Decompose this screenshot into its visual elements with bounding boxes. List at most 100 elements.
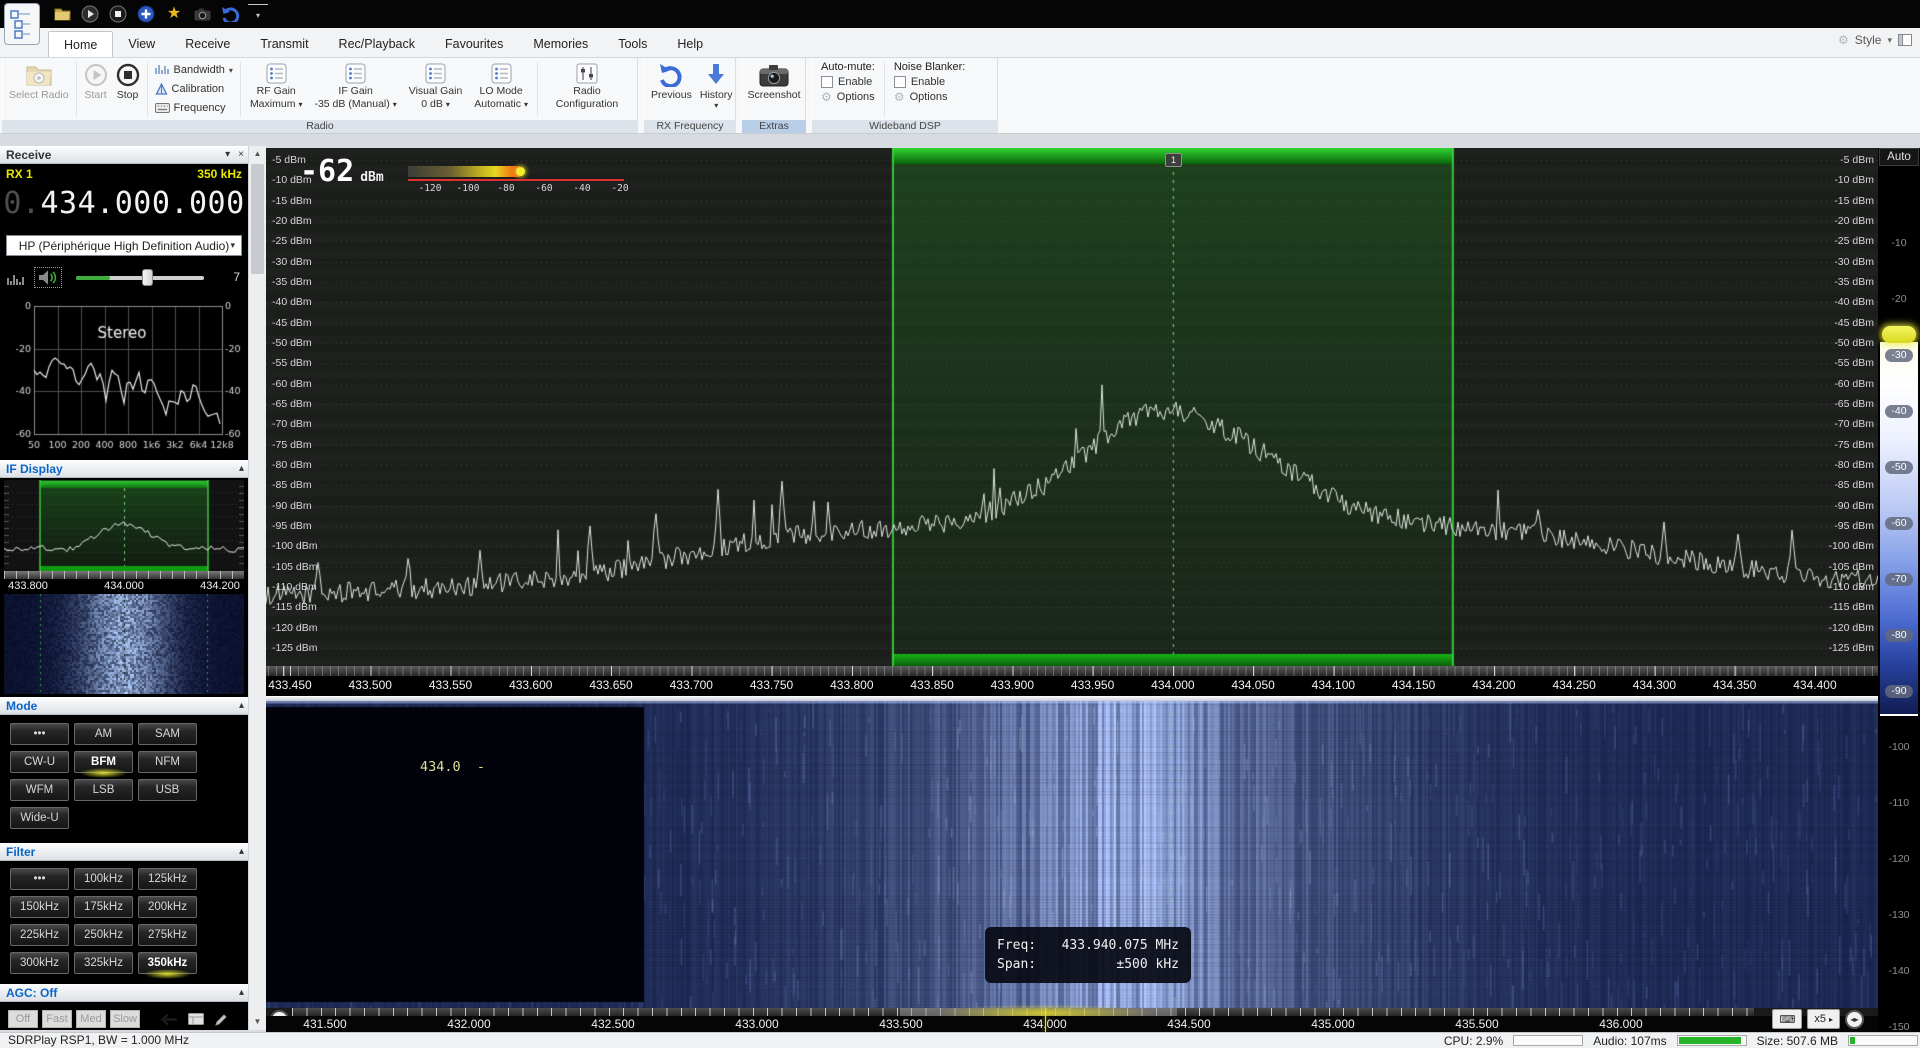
collapse-icon[interactable]: ▴ [239, 846, 244, 858]
receive-panel-header[interactable]: Receive ▾ × [0, 146, 248, 164]
stop-button[interactable]: Stop [112, 59, 144, 119]
tab-home[interactable]: Home [48, 31, 113, 57]
mode-cw-u[interactable]: CW-U [10, 751, 69, 773]
undo-icon[interactable] [220, 4, 240, 24]
pan-right-button[interactable]: ◂▸ [1845, 1010, 1864, 1029]
tab-tools[interactable]: Tools [603, 31, 662, 57]
mode-header[interactable]: Mode ▴ [0, 697, 248, 715]
filter-175khz[interactable]: 175kHz [74, 896, 133, 918]
noise-blanker-enable-checkbox[interactable]: Enable [894, 76, 966, 88]
receive-panel-scrollbar[interactable]: ▲ ▼ [248, 146, 266, 1030]
bandwidth-button[interactable]: Bandwidth▾ [155, 62, 233, 79]
if-waterfall-display[interactable] [4, 594, 244, 694]
agc-slow[interactable]: Slow [110, 1010, 140, 1028]
tab-rec-playback[interactable]: Rec/Playback [324, 31, 430, 57]
lo-mode-button[interactable]: LO Mode Automatic▾ [468, 59, 534, 119]
keyboard-entry-button[interactable]: ⌨ [1772, 1009, 1802, 1029]
filter-150khz[interactable]: 150kHz [10, 896, 69, 918]
filter-225khz[interactable]: 225kHz [10, 924, 69, 946]
filter-275khz[interactable]: 275kHz [138, 924, 197, 946]
frequency-display[interactable]: 0.434.000.000 [2, 186, 246, 221]
visual-gain-button[interactable]: Visual Gain 0 dB▾ [403, 59, 469, 119]
zoom-button[interactable]: x5 ▸ [1807, 1009, 1840, 1029]
scrollbar-thumb[interactable] [251, 164, 264, 274]
mode-nfm[interactable]: NFM [138, 751, 197, 773]
collapse-icon[interactable]: ▴ [239, 700, 244, 712]
history-button[interactable]: History ▾ [696, 59, 737, 119]
screenshot-button[interactable]: Screenshot [745, 59, 803, 119]
tab-receive[interactable]: Receive [170, 31, 245, 57]
filter-350khz[interactable]: 350kHz [138, 952, 197, 974]
mode-am[interactable]: AM [74, 723, 133, 745]
if-display-header[interactable]: IF Display ▴ [0, 460, 248, 478]
rx-frequency-box[interactable]: RX 1 350 kHz 0.434.000.000 [0, 164, 248, 232]
panel-menu-caret-icon[interactable]: ▾ [225, 149, 230, 161]
if-gain-button[interactable]: IF Gain -35 dB (Manual)▾ [308, 59, 402, 119]
start-button[interactable]: Start [80, 59, 112, 119]
equalizer-icon[interactable] [6, 270, 24, 285]
agc-off[interactable]: Off [8, 1010, 38, 1028]
tab-memories[interactable]: Memories [518, 31, 603, 57]
checkbox-icon[interactable] [821, 76, 833, 88]
mute-speaker-button[interactable] [34, 267, 62, 288]
mode-usb[interactable]: USB [138, 779, 197, 801]
style-caret-icon[interactable]: ▾ [1887, 35, 1892, 46]
play-icon[interactable] [80, 4, 100, 24]
radio-configuration-button[interactable]: Radio Configuration [541, 59, 633, 119]
auto-mute-enable-checkbox[interactable]: Enable [821, 76, 875, 88]
noise-blanker-options-button[interactable]: ⚙ Options [894, 91, 966, 103]
panel-layout-icon[interactable] [1898, 34, 1912, 46]
audio-device-select[interactable]: HP (Périphérique High Definition Audio) … [6, 235, 242, 256]
contrast-handle[interactable] [1882, 326, 1916, 343]
filter-325khz[interactable]: 325kHz [74, 952, 133, 974]
frequency-button[interactable]: Frequency [155, 100, 233, 117]
style-label[interactable]: Style [1855, 33, 1882, 47]
auto-mute-options-button[interactable]: ⚙ Options [821, 91, 875, 103]
if-spectrum-display[interactable] [4, 480, 244, 572]
pencil-icon[interactable] [214, 1013, 228, 1026]
select-radio-button[interactable]: Select Radio [5, 59, 73, 119]
audio-spectrum-display[interactable] [4, 296, 244, 456]
mode-wfm[interactable]: WFM [10, 779, 69, 801]
volume-slider[interactable] [76, 268, 204, 286]
rf-spectrum-display[interactable] [266, 148, 1878, 666]
filter-100khz[interactable]: 100kHz [74, 868, 133, 890]
rf-gain-button[interactable]: RF Gain Maximum▾ [244, 59, 309, 119]
mode--[interactable]: ••• [10, 723, 69, 745]
volume-slider-handle[interactable] [142, 269, 153, 286]
mode-sam[interactable]: SAM [138, 723, 197, 745]
auto-scale-button[interactable]: Auto [1879, 148, 1919, 166]
contrast-scale-body[interactable]: -10-20-30-40-50-60-70-80-90-100-110-120-… [1878, 166, 1920, 1032]
memory-icon[interactable] [188, 1013, 204, 1025]
previous-button[interactable]: Previous [647, 59, 696, 119]
spectrum-frequency-tickbar[interactable] [266, 666, 1878, 676]
filter--[interactable]: ••• [10, 868, 69, 890]
tab-favourites[interactable]: Favourites [430, 31, 518, 57]
marker-1-flag[interactable]: 1 [1165, 153, 1182, 167]
camera-icon[interactable] [192, 4, 212, 24]
tab-transmit[interactable]: Transmit [245, 31, 323, 57]
filter-200khz[interactable]: 200kHz [138, 896, 197, 918]
agc-header[interactable]: AGC: Off ▴ [0, 984, 248, 1002]
open-folder-icon[interactable] [52, 4, 72, 24]
panel-close-icon[interactable]: × [238, 149, 244, 161]
collapse-icon[interactable]: ▴ [239, 987, 244, 999]
stop-icon[interactable] [108, 4, 128, 24]
mode-lsb[interactable]: LSB [74, 779, 133, 801]
filter-125khz[interactable]: 125kHz [138, 868, 197, 890]
agc-fast[interactable]: Fast [42, 1010, 72, 1028]
customize-toolbar-caret-icon[interactable]: ▾ [248, 4, 268, 24]
tab-view[interactable]: View [113, 31, 170, 57]
mode-bfm[interactable]: BFM [74, 751, 133, 773]
filter-300khz[interactable]: 300kHz [10, 952, 69, 974]
style-gear-icon[interactable]: ⚙ [1838, 34, 1849, 46]
scroll-down-icon[interactable]: ▼ [249, 1014, 266, 1030]
filter-250khz[interactable]: 250kHz [74, 924, 133, 946]
agc-med[interactable]: Med [76, 1010, 106, 1028]
add-icon[interactable] [136, 4, 156, 24]
scroll-up-icon[interactable]: ▲ [249, 146, 266, 162]
checkbox-icon[interactable] [894, 76, 906, 88]
app-logo-icon[interactable] [4, 3, 40, 45]
favourite-star-icon[interactable]: ★ [164, 4, 184, 24]
mode-wide-u[interactable]: Wide-U [10, 807, 69, 829]
